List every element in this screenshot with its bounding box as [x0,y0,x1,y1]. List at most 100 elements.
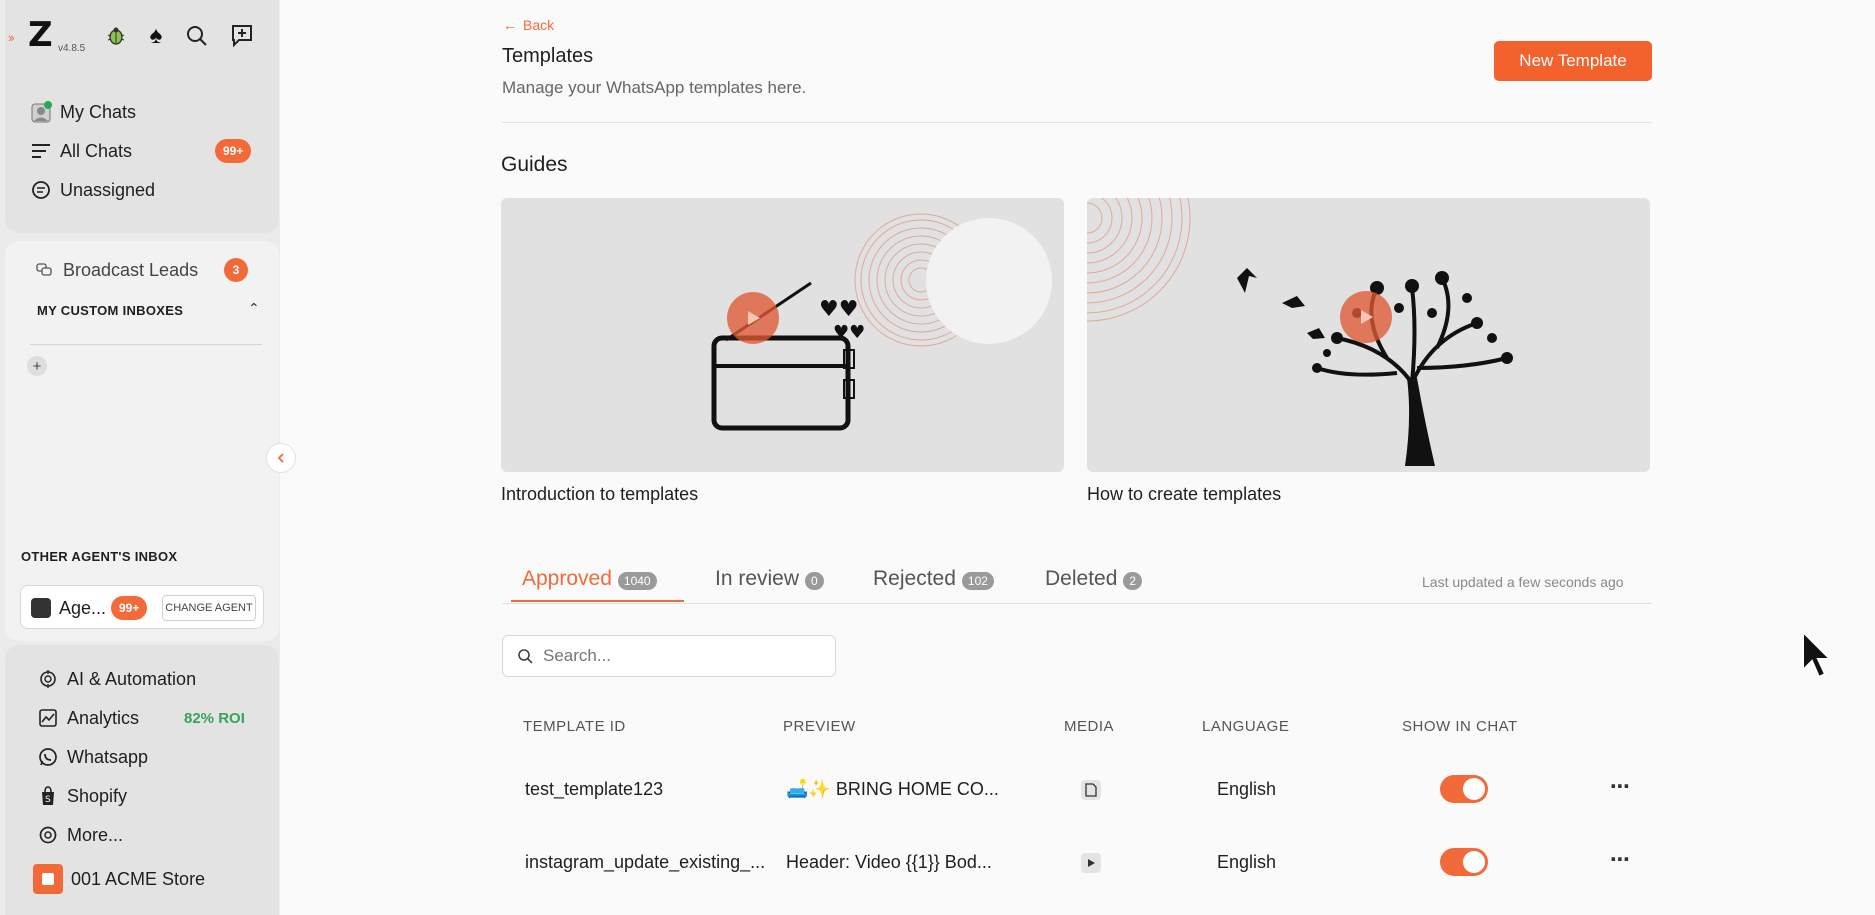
chat-bubble-icon [30,179,52,201]
nav-broadcast-leads[interactable]: Broadcast Leads [33,255,198,285]
agent-selector[interactable]: Age... 99+ CHANGE AGENT [20,585,264,629]
tab-in-review[interactable]: In review 0 [715,567,824,607]
store-switcher[interactable]: 001 ACME Store [33,864,205,894]
broadcast-chat-icon [33,259,55,281]
tab-rejected-label: Rejected [873,567,956,590]
svg-text:♥♥: ♥♥ [833,322,865,343]
spade-icon[interactable]: ♠ [142,22,170,50]
svg-text:S: S [45,795,51,805]
tab-rejected-count: 102 [961,572,994,590]
sidebar-inboxes-section [5,241,279,641]
nav-shopify[interactable]: S Shopify [37,781,127,811]
tab-approved-count: 1040 [617,572,657,590]
guide-caption-create: How to create templates [1087,484,1282,504]
agent-count-badge: 99+ [111,596,148,620]
more-options-icon[interactable]: ⋯ [1610,774,1631,799]
nav-broadcast-leads-label: Broadcast Leads [63,259,199,280]
expand-sidebar-icon[interactable]: ›› [8,30,15,45]
show-in-chat-toggle[interactable] [1440,775,1488,803]
tab-rejected[interactable]: Rejected 102 [873,567,994,607]
all-chats-count-badge: 99+ [215,139,252,163]
guide-video-intro[interactable]: ♥♥ ♥♥ [501,198,1064,472]
agent-name: Age... [59,598,107,618]
column-header-media: MEDIA [1064,718,1115,735]
active-tab-indicator [511,600,684,602]
divider [30,344,262,345]
add-inbox-button[interactable]: + [27,356,47,376]
shopify-bag-icon: S [37,785,59,807]
play-icon[interactable] [1340,291,1392,343]
more-options-icon[interactable]: ⋯ [1610,847,1631,872]
show-in-chat-toggle[interactable] [1440,848,1488,876]
svg-text:♥♥: ♥♥ [819,297,858,322]
bug-icon[interactable] [102,22,130,50]
search-icon [518,649,533,664]
other-agents-heading: OTHER AGENT'S INBOX [21,549,178,564]
nav-analytics[interactable]: Analytics [37,703,139,733]
search-field[interactable] [502,635,836,677]
column-header-language: LANGUAGE [1202,718,1290,735]
sidebar: ›› Z v4.8.5 ♠ My Chats All Chats 99+ Una… [0,0,280,915]
column-header-template-id: TEMPLATE ID [523,718,626,735]
radio-illustration: ♥♥ ♥♥ [711,213,1052,431]
page-title: Templates [502,45,594,67]
nav-all-chats-label: All Chats [60,140,133,161]
preview-cell: Header: Video {{1}} Bod... [786,852,992,872]
nav-my-chats[interactable]: My Chats [30,97,136,127]
nav-all-chats[interactable]: All Chats [30,136,132,166]
nav-analytics-label: Analytics [67,707,140,728]
user-avatar-icon [30,101,52,123]
custom-inboxes-heading: MY CUSTOM INBOXES [37,303,184,318]
agent-avatar [31,598,51,618]
tab-in-review-count: 0 [805,572,824,590]
template-id-cell: instagram_update_existing_... [525,852,766,872]
nav-my-chats-label: My Chats [60,101,137,122]
tab-approved-label: Approved [522,567,612,590]
language-cell: English [1217,852,1277,872]
nav-shopify-label: Shopify [67,785,128,806]
collapse-sidebar-button[interactable] [266,443,296,473]
back-link[interactable]: ← Back [503,17,554,33]
filter-list-icon [30,140,52,162]
more-gear-icon [37,824,59,846]
nav-whatsapp-label: Whatsapp [67,746,149,767]
language-cell: English [1217,779,1277,799]
chevron-up-icon[interactable]: ⌃ [248,300,260,317]
broadcast-leads-badge: 3 [224,258,248,282]
nav-unassigned[interactable]: Unassigned [30,175,155,205]
chart-icon [37,707,59,729]
template-id-cell: test_template123 [525,779,664,799]
header-divider [502,122,1652,123]
change-agent-button[interactable]: CHANGE AGENT [162,595,256,621]
app-logo: Z [28,15,53,55]
whatsapp-icon [37,746,59,768]
nav-more[interactable]: More... [37,820,123,850]
document-icon [1081,780,1101,800]
arrow-left-icon: ← [503,17,517,33]
guide-caption-intro: Introduction to templates [501,484,699,504]
search-input[interactable] [543,646,813,666]
nav-unassigned-label: Unassigned [60,179,156,200]
new-template-button[interactable]: New Template [1494,41,1652,81]
roi-value: 82% ROI [184,710,245,727]
nav-whatsapp[interactable]: Whatsapp [37,742,148,772]
tab-in-review-label: In review [715,567,800,590]
ai-sparkle-icon [37,668,59,690]
guide-video-create[interactable] [1087,198,1650,472]
guides-heading: Guides [501,153,568,176]
video-icon [1081,853,1101,873]
tabs-divider [502,603,1652,604]
column-header-show-in-chat: SHOW IN CHAT [1402,718,1518,735]
nav-ai-automation[interactable]: AI & Automation [37,664,196,694]
search-icon[interactable] [183,22,211,50]
column-header-preview: PREVIEW [783,718,856,735]
new-chat-icon[interactable] [229,22,257,50]
preview-cell: 🛋️✨ BRING HOME CO... [786,779,999,799]
tab-deleted[interactable]: Deleted 2 [1045,567,1143,607]
mouse-cursor-icon [1802,630,1833,679]
store-logo [33,864,63,894]
tab-deleted-label: Deleted [1045,567,1118,590]
play-icon[interactable] [727,292,779,344]
page-subtitle: Manage your WhatsApp templates here. [502,78,807,97]
back-label: Back [523,17,555,33]
